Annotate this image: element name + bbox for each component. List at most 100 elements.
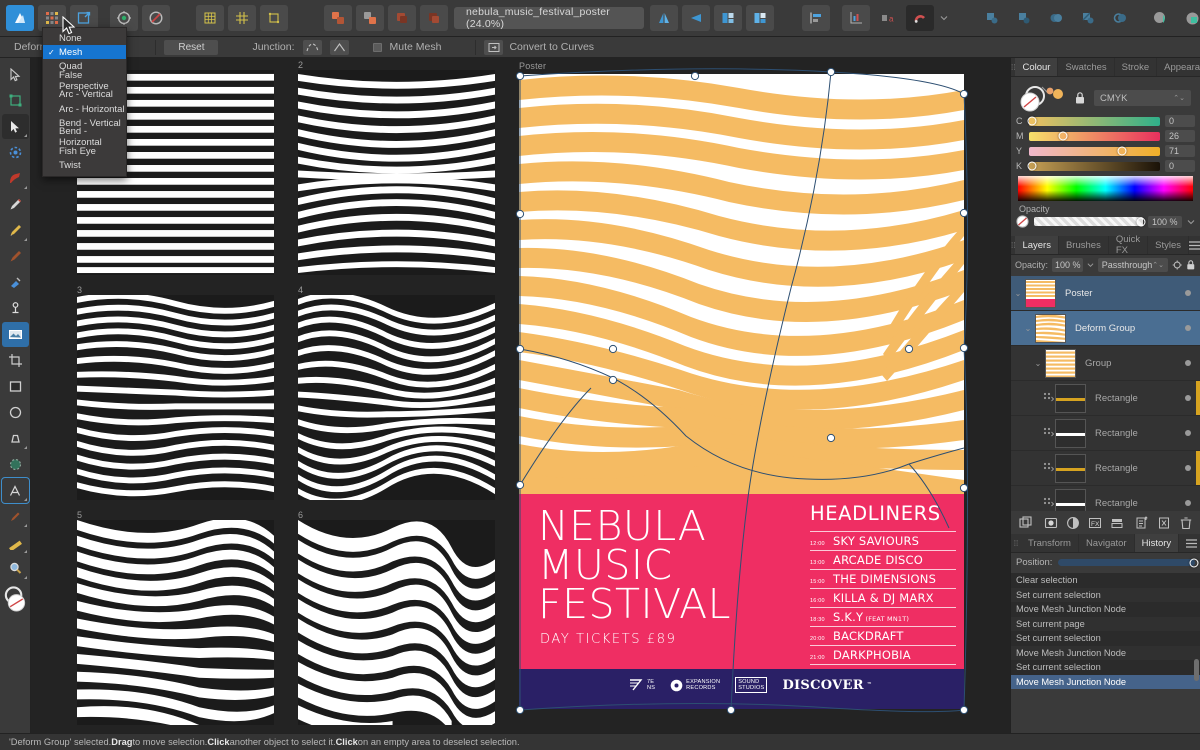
colour-model-select[interactable]: CMYK ⌃⌄ <box>1094 90 1191 106</box>
flip-horizontal-icon[interactable] <box>650 5 678 31</box>
crop-tool[interactable] <box>2 348 29 373</box>
convert-to-curves-button[interactable]: Convert to Curves <box>484 40 594 55</box>
channel-value-c[interactable]: 0 <box>1165 115 1195 127</box>
adjustment-layer-icon[interactable] <box>1063 514 1082 532</box>
artboard-thumb-5[interactable] <box>77 520 274 725</box>
fill-tool[interactable] <box>2 270 29 295</box>
layer-visibility-toggle[interactable] <box>1185 395 1191 401</box>
deform-menu-item[interactable]: None <box>43 31 126 45</box>
channel-value-y[interactable]: 71 <box>1165 145 1195 157</box>
colour-swatch[interactable] <box>2 582 29 616</box>
opacity-value[interactable]: 100 % <box>1148 216 1182 228</box>
tab-swatches[interactable]: Swatches <box>1058 58 1114 76</box>
paint-brush-tool[interactable] <box>2 244 29 269</box>
deform-menu-item[interactable]: Bend - Horizontal <box>43 130 126 144</box>
layer-row[interactable]: Rectangle <box>1011 416 1200 451</box>
no-colour-icon[interactable] <box>1016 215 1029 228</box>
deform-menu-item[interactable]: False Perspective <box>43 74 126 88</box>
pencil-tool[interactable] <box>2 192 29 217</box>
shadow-effect-icon[interactable] <box>1146 5 1174 31</box>
channel-row-y[interactable]: Y 71 <box>1016 145 1195 157</box>
reset-button[interactable]: Reset <box>164 40 218 55</box>
layer-expand-chevron-icon[interactable]: ⌄ <box>1021 324 1035 333</box>
junction-smooth-icon[interactable] <box>303 40 322 55</box>
opacity-row[interactable]: 100 % <box>1016 215 1195 228</box>
snapping-chevron-down-icon[interactable] <box>938 5 950 31</box>
colour-picker-tool[interactable] <box>2 504 29 529</box>
tab-styles[interactable]: Styles <box>1148 236 1189 254</box>
show-grid-icon[interactable] <box>196 5 224 31</box>
boolean-divide-icon[interactable] <box>1074 5 1102 31</box>
layer-row[interactable]: ⌄Poster <box>1011 276 1200 311</box>
history-item[interactable]: Move Mesh Junction Node <box>1011 675 1200 690</box>
layer-visibility-toggle[interactable] <box>1185 360 1191 366</box>
transparency-tool[interactable] <box>2 296 29 321</box>
colour-spectrum[interactable] <box>1018 176 1193 201</box>
layer-row[interactable]: Rectangle <box>1011 381 1200 416</box>
layer-row[interactable]: Rectangle <box>1011 451 1200 486</box>
junction-sharp-icon[interactable] <box>330 40 349 55</box>
align-left-icon[interactable] <box>802 5 830 31</box>
layer-visibility-toggle[interactable] <box>1185 465 1191 471</box>
artboard-thumb-2[interactable] <box>298 70 495 275</box>
node-tool[interactable] <box>2 88 29 113</box>
vector-brush-tool[interactable] <box>2 218 29 243</box>
layer-list[interactable]: ⌄Poster⌄Deform Group⌄GroupRectangleRecta… <box>1011 276 1200 511</box>
channel-slider-k[interactable] <box>1029 162 1160 171</box>
layers-opacity-chevron-icon[interactable] <box>1087 261 1094 269</box>
tab-history[interactable]: History <box>1135 534 1180 552</box>
pointer-tool[interactable] <box>2 114 29 139</box>
deform-menu-item[interactable]: ✓Mesh <box>43 45 126 59</box>
boolean-subtract-icon[interactable] <box>1010 5 1038 31</box>
tab-navigator[interactable]: Navigator <box>1079 534 1135 552</box>
layer-expand-chevron-icon[interactable]: ⌄ <box>1011 289 1025 298</box>
tab-quick-fx[interactable]: Quick FX <box>1109 236 1148 254</box>
snap-grid-icon[interactable] <box>228 5 256 31</box>
magnet-snapping-icon[interactable] <box>906 5 934 31</box>
channel-slider-y[interactable] <box>1029 147 1160 156</box>
layer-visibility-toggle[interactable] <box>1185 290 1191 296</box>
mute-mesh-checkbox[interactable] <box>373 43 382 52</box>
history-item[interactable]: Set current selection <box>1011 631 1200 646</box>
corner-tool[interactable] <box>2 140 29 165</box>
text-frame-icon[interactable]: a <box>874 5 902 31</box>
history-scrollbar[interactable] <box>1194 659 1199 681</box>
channel-row-m[interactable]: M 26 <box>1016 130 1195 142</box>
deform-dropdown-menu[interactable]: None✓MeshQuadFalse PerspectiveArc - Vert… <box>42 27 127 177</box>
layer-row[interactable]: ⌄Group <box>1011 346 1200 381</box>
layer-visibility-toggle[interactable] <box>1185 500 1191 506</box>
mask-to-below-icon[interactable] <box>1132 514 1151 532</box>
deform-menu-item[interactable]: Arc - Horizontal <box>43 102 126 116</box>
opacity-chevron-down-icon[interactable] <box>1187 218 1195 226</box>
rotate-left-icon[interactable] <box>714 5 742 31</box>
poster-artboard[interactable]: NEBULA MUSIC FESTIVAL DAY TICKETS £89 HE… <box>519 74 964 709</box>
rectangle-tool[interactable] <box>2 374 29 399</box>
tab-transform[interactable]: Transform <box>1021 534 1079 552</box>
canvas-area[interactable]: 1 2 <box>31 58 1010 733</box>
deform-menu-item[interactable]: Arc - Vertical <box>43 88 126 102</box>
layers-panel-menu-icon[interactable] <box>1189 236 1200 254</box>
measure-tool[interactable] <box>2 530 29 555</box>
channel-row-k[interactable]: K 0 <box>1016 160 1195 172</box>
add-layer-icon[interactable] <box>1016 514 1035 532</box>
layer-effects-icon[interactable] <box>1107 514 1126 532</box>
channel-slider-m[interactable] <box>1029 132 1160 141</box>
zoom-tool[interactable] <box>2 556 29 581</box>
no-assistant-icon[interactable] <box>142 5 170 31</box>
gradient-tool[interactable] <box>2 452 29 477</box>
history-position-slider[interactable] <box>1058 559 1195 566</box>
artistic-text-tool[interactable] <box>2 478 29 503</box>
channel-row-c[interactable]: C 0 <box>1016 115 1195 127</box>
tab-stroke[interactable]: Stroke <box>1115 58 1157 76</box>
live-filter-icon[interactable]: FX <box>1085 514 1104 532</box>
artboard-thumb-3[interactable] <box>77 295 274 500</box>
layer-expand-chevron-icon[interactable]: ⌄ <box>1031 359 1045 368</box>
layer-visibility-toggle[interactable] <box>1185 325 1191 331</box>
layer-row[interactable]: ⌄Deform Group <box>1011 311 1200 346</box>
pen-tool[interactable] <box>2 166 29 191</box>
opacity-slider[interactable] <box>1034 217 1143 226</box>
move-backward-icon[interactable] <box>420 5 448 31</box>
tab-colour[interactable]: Colour <box>1015 58 1058 76</box>
flip-vertical-icon[interactable] <box>682 5 710 31</box>
tab-layers[interactable]: Layers <box>1015 236 1059 254</box>
